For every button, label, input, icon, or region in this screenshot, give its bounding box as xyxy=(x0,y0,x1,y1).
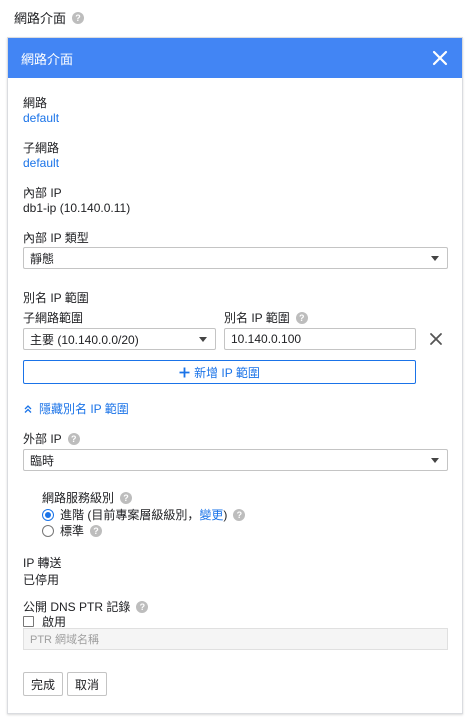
tier-premium-text: 進階 (目前專案層級級別， xyxy=(60,508,200,522)
alias-ip-section-label: 別名 IP 範圍 xyxy=(23,291,89,305)
panel-title: 網路介面 xyxy=(21,51,74,67)
network-tier-label: 網路服務級別 xyxy=(42,491,115,505)
ip-forward-value: 已停用 xyxy=(23,573,60,587)
tier-premium-suffix: ) xyxy=(223,508,228,522)
help-icon[interactable]: ? xyxy=(72,11,85,24)
alias-subnet-range-select[interactable]: 主要 (10.140.0.0/20) xyxy=(23,328,216,350)
external-ip-value: 臨時 xyxy=(30,453,55,468)
plus-icon xyxy=(179,367,190,377)
internal-ip-type-value: 靜態 xyxy=(30,251,55,266)
alias-ip-range-label: 別名 IP 範圍 xyxy=(224,311,290,325)
network-label: 網路 xyxy=(23,96,48,110)
tier-standard-radio[interactable] xyxy=(42,524,54,537)
tier-premium-option[interactable]: 進階 (目前專案層級級別，變更) ? xyxy=(42,506,246,523)
page-title: 網路介面 xyxy=(14,11,67,26)
network-tier-label-row: 網路服務級別 ? xyxy=(42,489,133,506)
panel-header: 網路介面 xyxy=(8,38,462,78)
ip-forward-label: IP 轉送 xyxy=(23,556,62,570)
internal-ip-type-label: 內部 IP 類型 xyxy=(23,231,89,245)
ptr-domain-placeholder: PTR 網域名稱 xyxy=(30,634,100,646)
add-ip-range-label: 新增 IP 範圍 xyxy=(194,365,260,380)
alias-ip-range-label-row: 別名 IP 範圍 ? xyxy=(224,309,308,326)
subnet-value[interactable]: default xyxy=(23,156,59,170)
tier-premium-label: 進階 (目前專案層級級別，變更) xyxy=(60,506,227,523)
ptr-domain-input[interactable]: PTR 網域名稱 xyxy=(23,628,448,650)
cancel-button[interactable]: 取消 xyxy=(67,672,107,696)
help-icon[interactable]: ? xyxy=(295,311,308,324)
internal-ip-label: 內部 IP xyxy=(23,186,62,200)
chevron-down-icon xyxy=(431,458,439,463)
help-icon[interactable]: ? xyxy=(120,491,133,504)
hide-alias-ip-toggle[interactable]: 隱藏別名 IP 範圍 xyxy=(23,400,129,417)
tier-standard-label: 標準 xyxy=(60,524,85,538)
tier-change-link[interactable]: 變更 xyxy=(199,508,223,522)
help-icon[interactable]: ? xyxy=(136,600,149,613)
close-icon[interactable] xyxy=(430,48,450,68)
alias-subnet-range-value: 主要 (10.140.0.0/20) xyxy=(30,332,139,347)
page-title-row: 網路介面 ? xyxy=(14,8,85,27)
external-ip-select[interactable]: 臨時 xyxy=(23,449,448,471)
external-ip-label-row: 外部 IP ? xyxy=(23,430,80,447)
hide-alias-ip-label: 隱藏別名 IP 範圍 xyxy=(39,402,129,416)
alias-subnet-range-label: 子網路範圍 xyxy=(23,311,84,325)
internal-ip-value: db1-ip (10.140.0.11) xyxy=(23,201,131,215)
help-icon[interactable]: ? xyxy=(233,508,246,521)
help-icon[interactable]: ? xyxy=(90,524,103,537)
help-icon[interactable]: ? xyxy=(67,432,80,445)
alias-ip-range-value: 10.140.0.100 xyxy=(231,332,302,346)
done-button[interactable]: 完成 xyxy=(23,672,63,696)
remove-icon[interactable] xyxy=(429,332,443,346)
subnet-label: 子網路 xyxy=(23,141,60,155)
alias-ip-range-input[interactable]: 10.140.0.100 xyxy=(224,328,416,350)
tier-premium-radio[interactable] xyxy=(42,508,54,521)
internal-ip-type-select[interactable]: 靜態 xyxy=(23,247,448,269)
external-ip-label: 外部 IP xyxy=(23,432,62,446)
network-interface-panel: 網路介面 網路 default 子網路 default 內部 IP db1-ip… xyxy=(7,37,463,714)
chevron-down-icon xyxy=(431,256,439,261)
network-value[interactable]: default xyxy=(23,111,59,125)
chevron-down-icon xyxy=(199,337,207,342)
add-ip-range-button[interactable]: 新增 IP 範圍 xyxy=(23,360,416,384)
tier-standard-option[interactable]: 標準 ? xyxy=(42,522,103,539)
dns-enable-checkbox[interactable] xyxy=(23,616,34,627)
chevron-double-up-icon xyxy=(24,404,32,413)
